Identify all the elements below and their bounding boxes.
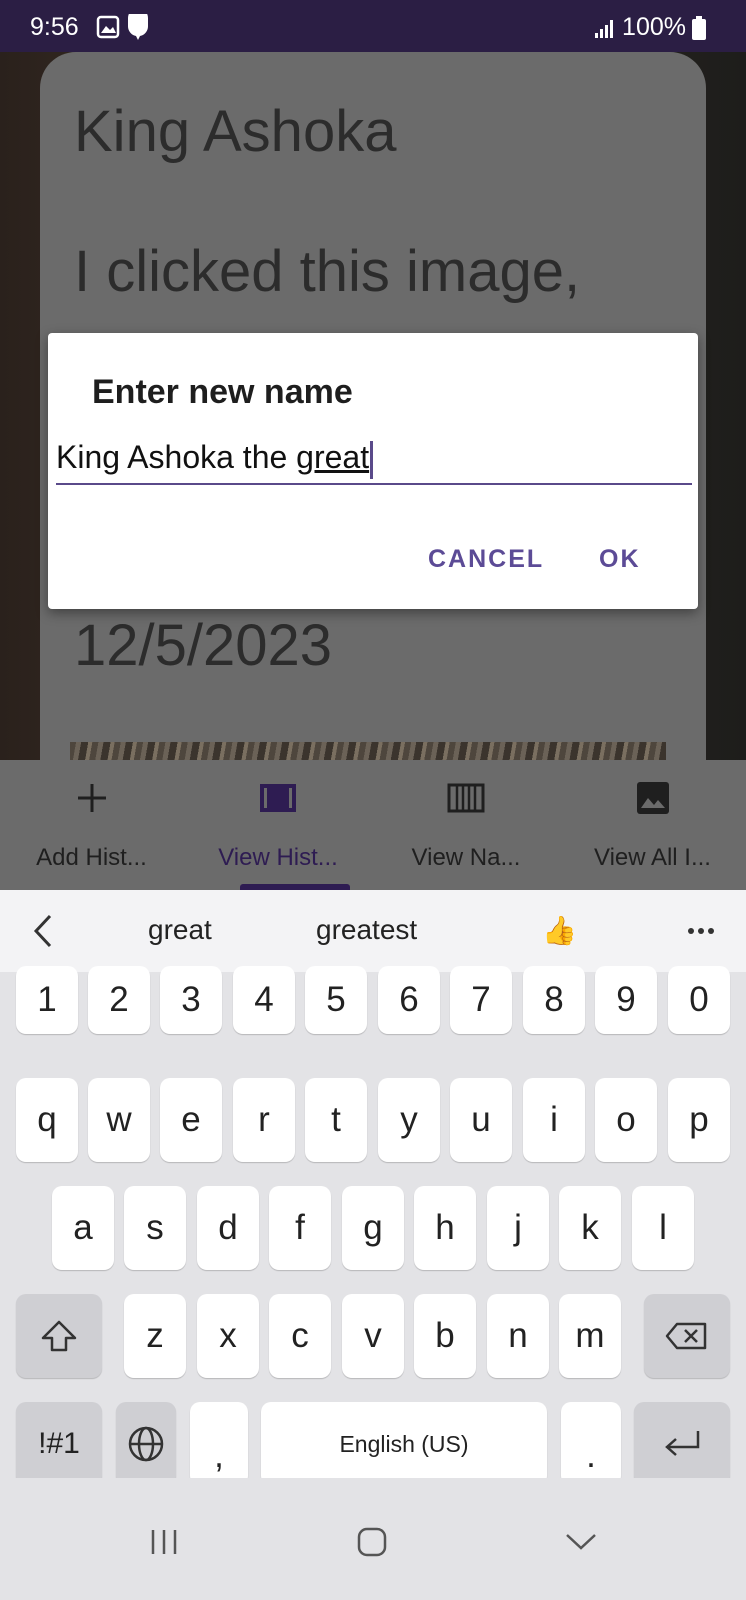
key-z[interactable]: z — [124, 1294, 186, 1378]
shift-icon — [41, 1320, 77, 1352]
system-navigation-bar — [0, 1478, 746, 1600]
input-composing-text: great — [296, 439, 370, 475]
nav-label: View All I... — [594, 844, 711, 871]
symbols-key[interactable]: !#1 — [16, 1402, 102, 1486]
status-icons — [96, 8, 156, 45]
key-a[interactable]: a — [52, 1186, 114, 1270]
name-input[interactable]: King Ashoka the great — [56, 429, 692, 485]
suggestion[interactable]: greatest — [316, 914, 417, 946]
key-c[interactable]: c — [269, 1294, 331, 1378]
key-k[interactable]: k — [559, 1186, 621, 1270]
nav-view-names[interactable]: View Na... — [373, 760, 559, 890]
card-text: I clicked this image, — [74, 239, 581, 304]
nav-label: View Na... — [411, 844, 521, 871]
key-q[interactable]: q — [16, 1078, 78, 1162]
input-text: King Ashoka the — [56, 439, 297, 475]
enter-key[interactable] — [634, 1402, 730, 1486]
shift-key[interactable] — [16, 1294, 102, 1378]
key-n[interactable]: n — [487, 1294, 549, 1378]
cancel-button[interactable]: CANCEL — [428, 545, 544, 574]
key-l[interactable]: l — [632, 1186, 694, 1270]
key-o[interactable]: o — [595, 1078, 657, 1162]
more-icon[interactable] — [686, 926, 716, 936]
key-e[interactable]: e — [160, 1078, 222, 1162]
backspace-icon — [665, 1322, 707, 1350]
key-3[interactable]: 3 — [160, 966, 222, 1034]
status-time: 9:56 — [30, 13, 79, 41]
dialog-title: Enter new name — [92, 373, 353, 411]
suggestion-emoji[interactable]: 👍 — [542, 914, 577, 947]
card-date: 12/5/2023 — [74, 613, 333, 678]
nav-view-all-images[interactable]: View All I... — [559, 760, 746, 890]
battery-percent: 100% — [622, 13, 686, 41]
key-7[interactable]: 7 — [450, 966, 512, 1034]
key-1[interactable]: 1 — [16, 966, 78, 1034]
key-w[interactable]: w — [88, 1078, 150, 1162]
nav-view-history[interactable]: View Hist... — [183, 760, 373, 890]
recent-apps-icon[interactable] — [148, 1528, 180, 1556]
key-i[interactable]: i — [523, 1078, 585, 1162]
key-4[interactable]: 4 — [233, 966, 295, 1034]
key-x[interactable]: x — [197, 1294, 259, 1378]
battery-icon — [692, 15, 706, 40]
backspace-key[interactable] — [644, 1294, 730, 1378]
key-r[interactable]: r — [233, 1078, 295, 1162]
chevron-left-icon[interactable] — [30, 912, 58, 950]
key-9[interactable]: 9 — [595, 966, 657, 1034]
key-0[interactable]: 0 — [668, 966, 730, 1034]
key-b[interactable]: b — [414, 1294, 476, 1378]
text-cursor — [370, 440, 374, 479]
plus-icon — [77, 784, 106, 812]
suggestion-bar: great greatest 👍 — [0, 890, 746, 972]
film-icon — [260, 784, 296, 812]
suggestion[interactable]: great — [148, 914, 212, 946]
language-key[interactable] — [116, 1402, 176, 1486]
key-s[interactable]: s — [124, 1186, 186, 1270]
key-d[interactable]: d — [197, 1186, 259, 1270]
key-2[interactable]: 2 — [88, 966, 150, 1034]
key-h[interactable]: h — [414, 1186, 476, 1270]
nav-label: Add Hist... — [36, 844, 147, 871]
view-columns-icon — [447, 783, 485, 813]
notification-icons — [96, 8, 149, 40]
status-bar: 9:56 100% — [0, 0, 746, 52]
enter-icon — [665, 1431, 700, 1456]
space-key[interactable]: English (US) — [261, 1402, 547, 1486]
key-6[interactable]: 6 — [378, 966, 440, 1034]
key-f[interactable]: f — [269, 1186, 331, 1270]
key-5[interactable]: 5 — [305, 966, 367, 1034]
globe-icon — [128, 1426, 164, 1462]
key-p[interactable]: p — [668, 1078, 730, 1162]
comma-key[interactable]: , — [190, 1402, 248, 1486]
ok-button[interactable]: OK — [599, 545, 641, 574]
card-title: King Ashoka — [74, 99, 397, 164]
status-right: 100% — [594, 13, 706, 42]
period-key[interactable]: . — [561, 1402, 621, 1486]
key-v[interactable]: v — [342, 1294, 404, 1378]
nav-label: View Hist... — [218, 844, 338, 871]
key-y[interactable]: y — [378, 1078, 440, 1162]
key-j[interactable]: j — [487, 1186, 549, 1270]
bottom-navigation: Add Hist... View Hist... View Na... View… — [0, 760, 746, 890]
nav-add-history[interactable]: Add Hist... — [0, 760, 183, 890]
key-8[interactable]: 8 — [523, 966, 585, 1034]
key-m[interactable]: m — [559, 1294, 621, 1378]
home-icon[interactable] — [356, 1526, 388, 1558]
signal-icon — [595, 19, 614, 38]
key-g[interactable]: g — [342, 1186, 404, 1270]
name-input-value: King Ashoka the great — [56, 439, 374, 479]
key-u[interactable]: u — [450, 1078, 512, 1162]
key-t[interactable]: t — [305, 1078, 367, 1162]
back-chevron-down-icon[interactable] — [564, 1532, 598, 1552]
rename-dialog: Enter new name King Ashoka the great CAN… — [48, 333, 698, 609]
image-icon — [636, 782, 669, 814]
